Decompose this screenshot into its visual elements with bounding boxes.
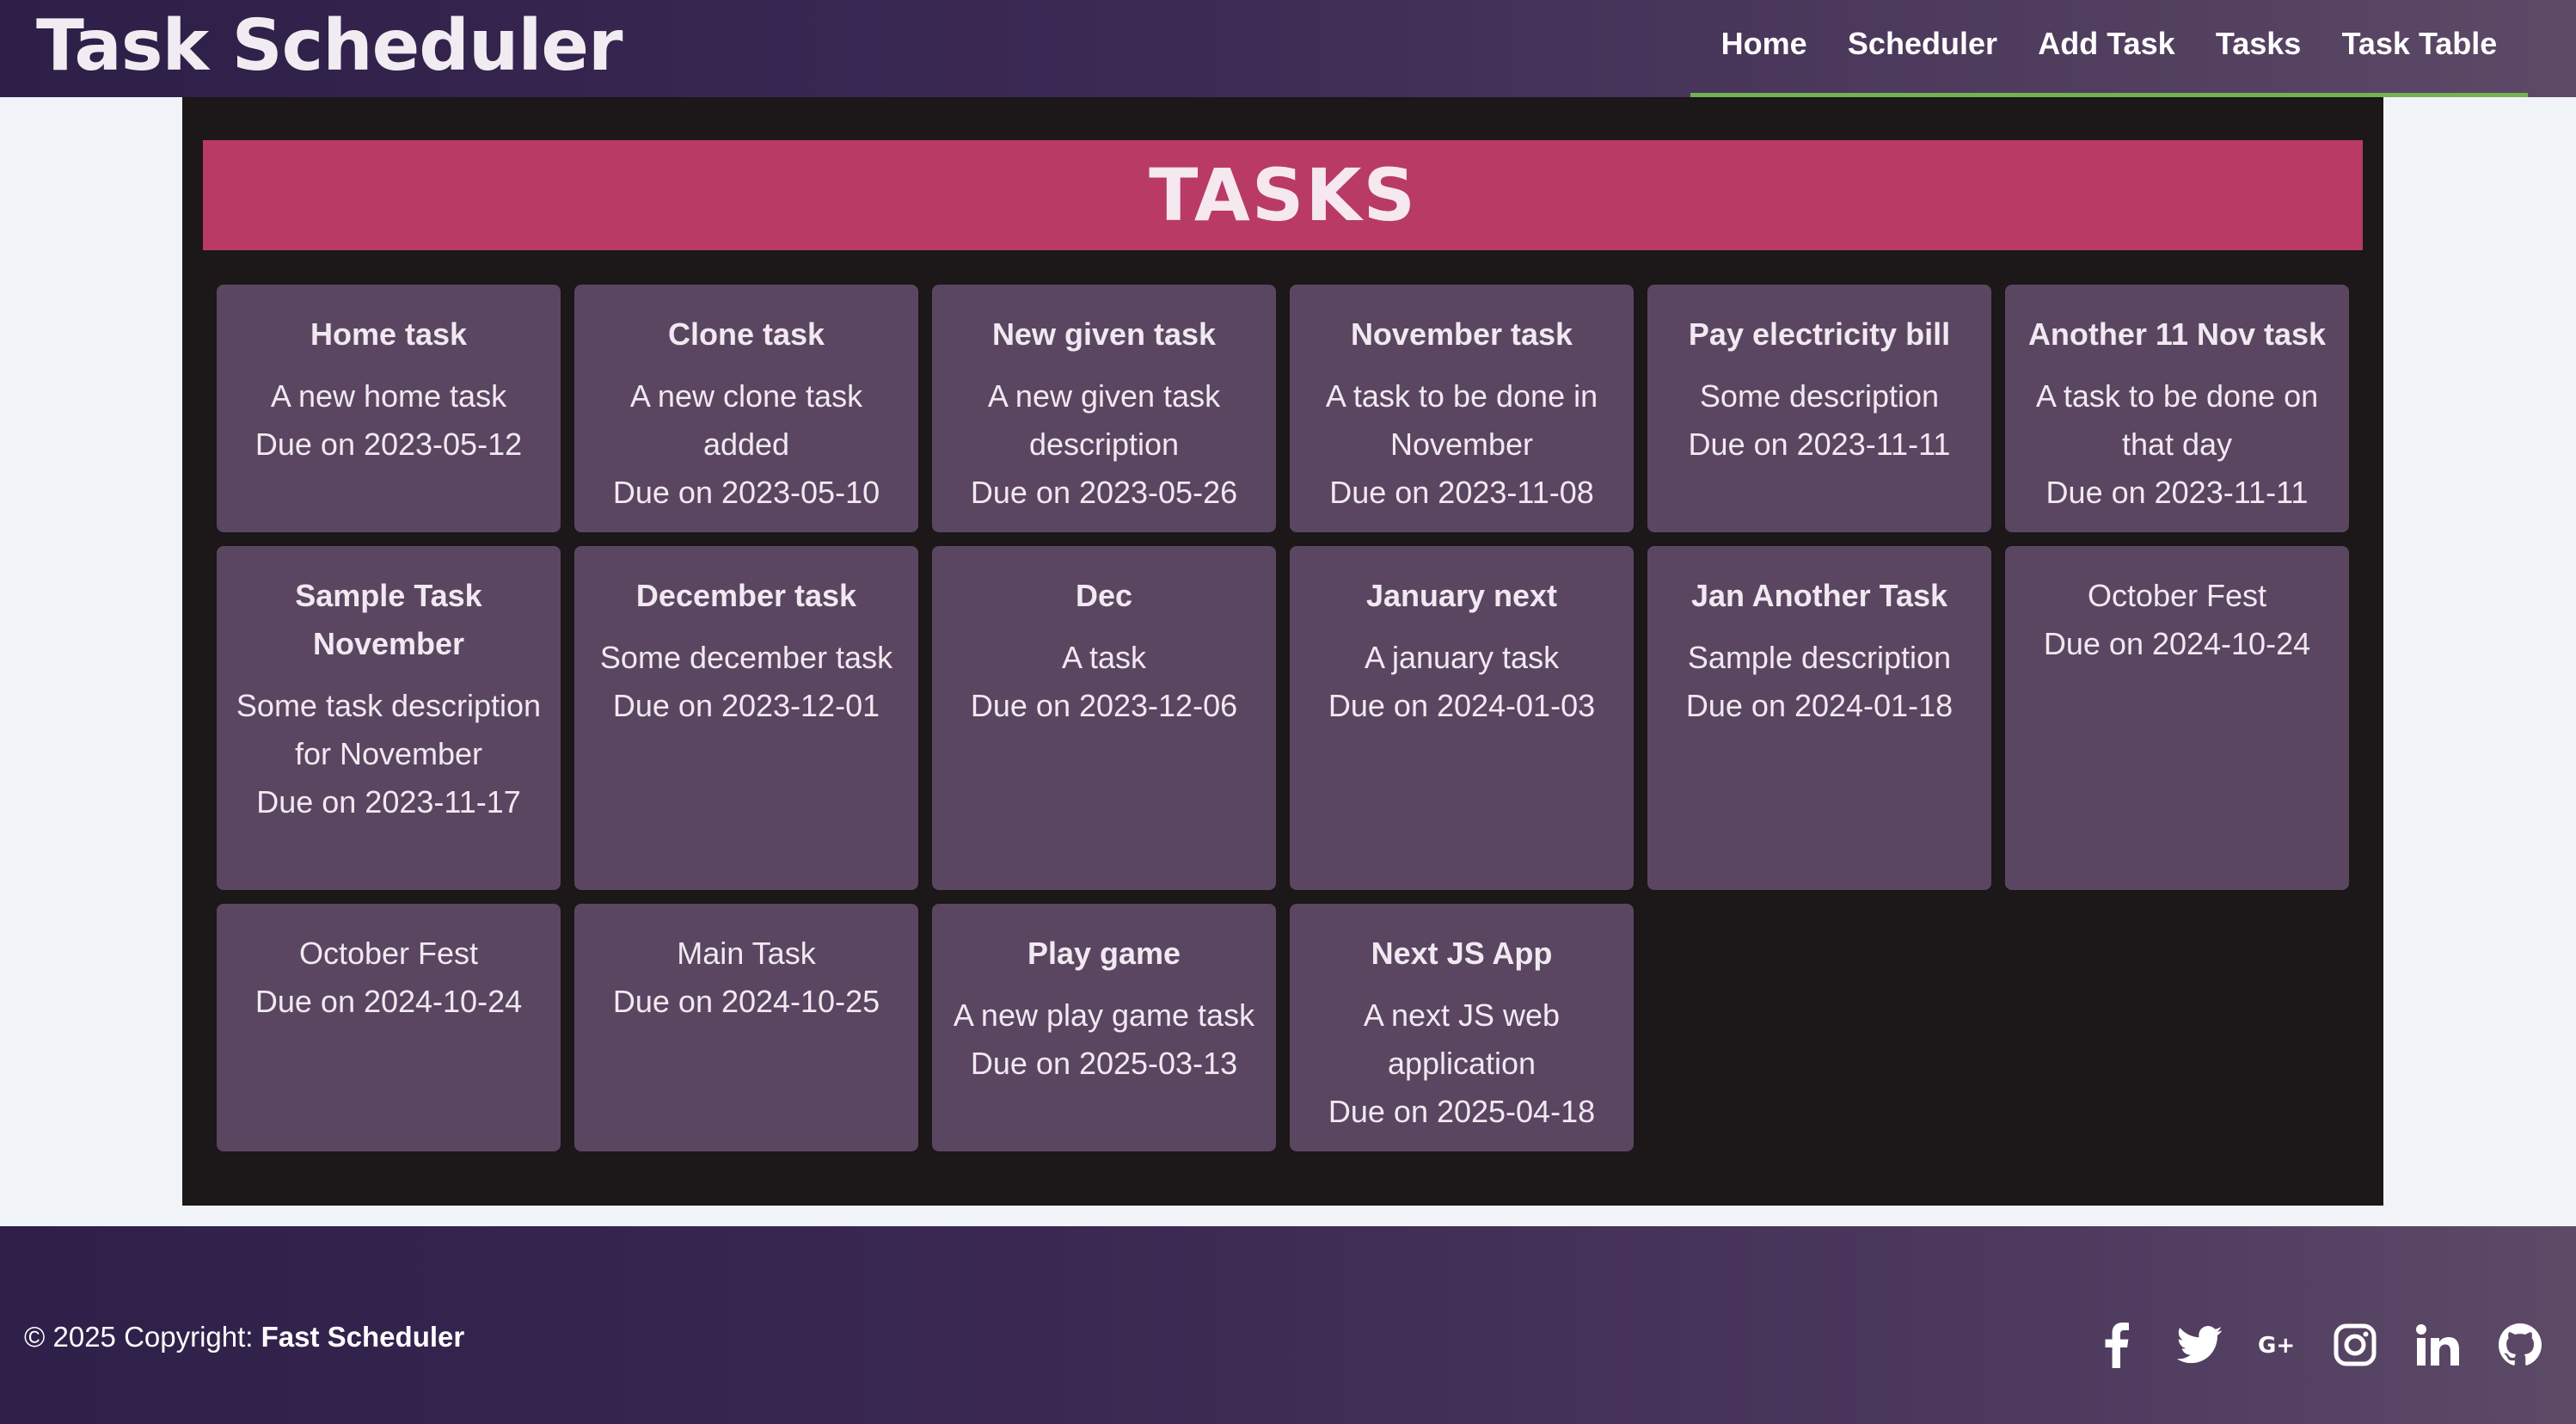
task-due-date: Due on 2023-05-26: [970, 475, 1238, 510]
task-title: January next: [1365, 578, 1558, 613]
instagram-icon[interactable]: [2332, 1317, 2378, 1372]
task-description: A new clone task added: [629, 378, 863, 462]
task-card[interactable]: Jan Another Task Sample description Due …: [1647, 546, 1991, 890]
task-due-date: Due on 2023-11-11: [2045, 475, 2309, 510]
task-card[interactable]: Dec A task Due on 2023-12-06: [932, 546, 1276, 890]
copyright-owner-link[interactable]: Fast Scheduler: [261, 1321, 465, 1353]
task-due-date: Due on 2023-05-10: [612, 475, 880, 510]
task-description: A next JS web application: [1363, 997, 1561, 1081]
task-title: December task: [635, 578, 857, 613]
nav-scheduler[interactable]: Scheduler: [1848, 26, 1997, 62]
task-title: Clone task: [667, 316, 825, 352]
linkedin-icon[interactable]: [2414, 1317, 2461, 1372]
task-title: Sample Task November: [295, 578, 482, 661]
task-description: A new play game task: [953, 997, 1255, 1033]
brand-title[interactable]: Task Scheduler: [36, 3, 623, 89]
task-description: A new home task: [270, 378, 507, 414]
nav-links: Home Scheduler Add Task Tasks Task Table: [1690, 0, 2528, 97]
task-title: Dec: [1075, 578, 1133, 613]
task-card[interactable]: Sample Task November Some task descripti…: [217, 546, 561, 890]
task-title: New given task: [991, 316, 1217, 352]
twitter-icon[interactable]: [2174, 1317, 2225, 1372]
nav-home[interactable]: Home: [1721, 26, 1807, 62]
task-title: Next JS App: [1371, 936, 1553, 971]
task-due-date: Due on 2024-01-18: [1685, 688, 1953, 723]
task-description: A task: [1061, 640, 1147, 675]
task-description: Some task description for November: [236, 688, 542, 771]
task-description: A new given task description: [987, 378, 1221, 462]
task-card[interactable]: Another 11 Nov task A task to be done on…: [2005, 285, 2349, 532]
task-due-date: Due on 2024-10-24: [2043, 626, 2311, 661]
task-card[interactable]: November task A task to be done in Novem…: [1290, 285, 1634, 532]
task-due-date: Due on 2023-12-06: [970, 688, 1238, 723]
task-title: Pay electricity bill: [1688, 316, 1951, 352]
task-card[interactable]: December task Some december task Due on …: [574, 546, 918, 890]
task-card[interactable]: October Fest Due on 2024-10-24: [2005, 546, 2349, 890]
copyright: © 2025 Copyright: Fast Scheduler: [24, 1321, 464, 1353]
navbar: Task Scheduler Home Scheduler Add Task T…: [0, 0, 2576, 97]
task-description: Sample description: [1687, 640, 1952, 675]
nav-tasks[interactable]: Tasks: [2216, 26, 2301, 62]
task-card[interactable]: Pay electricity bill Some description Du…: [1647, 285, 1991, 532]
github-icon[interactable]: [2497, 1317, 2543, 1372]
page-title: TASKS: [1149, 153, 1417, 237]
task-due-date: Due on 2025-04-18: [1328, 1094, 1596, 1129]
task-card[interactable]: Main Task Due on 2024-10-25: [574, 904, 918, 1151]
task-card[interactable]: January next A january task Due on 2024-…: [1290, 546, 1634, 890]
footer: © 2025 Copyright: Fast Scheduler G+: [0, 1226, 2576, 1424]
tasks-banner: TASKS: [203, 140, 2363, 250]
task-due-date: Due on 2023-05-12: [255, 427, 523, 462]
task-due-date: Due on 2024-10-25: [612, 984, 880, 1019]
nav-task-table[interactable]: Task Table: [2342, 26, 2498, 62]
facebook-icon[interactable]: [2093, 1317, 2139, 1372]
task-description: A task to be done on that day: [2035, 378, 2319, 462]
task-description: Some description: [1699, 378, 1940, 414]
task-card[interactable]: Next JS App A next JS web application Du…: [1290, 904, 1634, 1151]
task-card[interactable]: October Fest Due on 2024-10-24: [217, 904, 561, 1151]
task-title: Jan Another Task: [1690, 578, 1948, 613]
task-title: Play game: [1027, 936, 1181, 971]
task-description: Some december task: [599, 640, 893, 675]
task-due-date: Due on 2024-01-03: [1328, 688, 1596, 723]
task-card[interactable]: Play game A new play game task Due on 20…: [932, 904, 1276, 1151]
svg-text:G+: G+: [2258, 1333, 2295, 1358]
task-description: October Fest: [2087, 578, 2267, 613]
task-description: A task to be done in November: [1325, 378, 1598, 462]
nav-add-task[interactable]: Add Task: [2038, 26, 2174, 62]
task-due-date: Due on 2023-11-08: [1329, 475, 1594, 510]
task-grid: Home task A new home task Due on 2023-05…: [217, 285, 2349, 1151]
tasks-panel: TASKS Home task A new home task Due on 2…: [182, 97, 2383, 1206]
task-description: October Fest: [298, 936, 479, 971]
task-title: Another 11 Nov task: [2027, 316, 2327, 352]
google-plus-icon[interactable]: G+: [2254, 1317, 2301, 1372]
task-due-date: Due on 2024-10-24: [255, 984, 523, 1019]
task-due-date: Due on 2023-11-11: [1688, 427, 1951, 462]
task-card[interactable]: Clone task A new clone task added Due on…: [574, 285, 918, 532]
task-description: Main Task: [677, 936, 816, 971]
task-due-date: Due on 2023-11-17: [256, 784, 521, 819]
task-due-date: Due on 2023-12-01: [612, 688, 880, 723]
copyright-text: © 2025 Copyright:: [24, 1321, 261, 1353]
task-description: A january task: [1364, 640, 1560, 675]
task-due-date: Due on 2025-03-13: [970, 1046, 1238, 1081]
task-title: November task: [1350, 316, 1573, 352]
task-card[interactable]: Home task A new home task Due on 2023-05…: [217, 285, 561, 532]
task-card[interactable]: New given task A new given task descript…: [932, 285, 1276, 532]
task-title: Home task: [310, 316, 468, 352]
